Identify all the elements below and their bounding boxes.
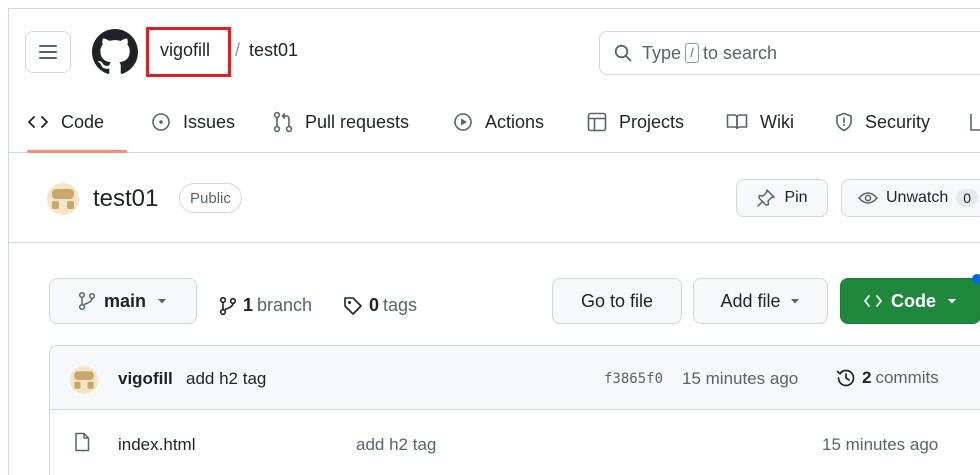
breadcrumb-repo[interactable]: test01 [249,40,298,61]
tab-wiki[interactable]: Wiki [726,107,794,137]
go-to-file-label: Go to file [580,290,654,311]
add-file-button[interactable]: Add file [693,278,828,324]
tab-label: Issues [183,111,236,132]
file-name-link[interactable]: index.html [118,435,195,455]
file-commit-time: 15 minutes ago [822,435,939,454]
go-to-file-button[interactable]: Go to file [552,278,682,324]
tag-word: tags [383,295,418,315]
commit-sha[interactable]: f3865f0 [604,371,663,387]
code-label: Code [891,290,936,311]
tab-label: Code [61,111,105,132]
history-icon [836,369,855,387]
tab-pull-requests[interactable]: Pull requests [273,107,409,137]
search-shortcut-key: / [685,43,700,63]
file-navigation: main 1 branch 0 tags Go to file Add file… [9,243,980,343]
avatar[interactable] [47,183,79,215]
tab-code[interactable]: Code [27,107,104,137]
branch-select[interactable]: main [49,278,197,324]
watch-count: 0 [956,189,979,207]
hamburger-icon [39,45,57,59]
tab-label: Security [865,111,931,132]
commit-author[interactable]: vigofill [118,369,173,389]
unwatch-button[interactable]: Unwatch 0 [841,179,980,217]
tab-label: Projects [619,111,685,132]
code-icon [28,116,48,128]
repo-title-bar: test01 Public Pin Unwatch 0 [9,153,980,243]
shield-icon [836,112,852,132]
notification-dot [972,274,980,284]
repo-nav-tabs: Code Issues Pull requests Actions Projec… [9,93,980,153]
code-dropdown-button[interactable]: Code [840,278,980,324]
github-logo-icon[interactable] [92,29,138,75]
tags-link[interactable]: 0 tags [343,295,417,316]
issue-icon [152,113,170,131]
search-icon [614,44,632,62]
graph-icon [970,114,980,131]
branch-icon [219,296,237,315]
eye-icon [858,192,878,204]
repo-title[interactable]: test01 [93,185,158,213]
global-header: vigofill / test01 Type / to search [9,9,980,93]
table-icon [587,112,607,132]
avatar[interactable] [70,366,98,394]
caret-down-icon [948,299,956,304]
file-table: vigofill add h2 tag f3865f0 15 minutes a… [49,345,980,475]
file-commit-message[interactable]: add h2 tag [356,435,436,455]
branch-name: main [103,290,146,311]
tab-security[interactable]: Security [835,107,930,137]
commits-link[interactable]: 2 commits [836,368,939,388]
pin-button[interactable]: Pin [736,179,828,217]
code-icon [864,295,882,307]
tag-count: 0 [369,295,380,315]
tab-label: Pull requests [305,111,410,132]
branch-count: 1 [243,295,254,315]
tab-projects[interactable]: Projects [587,107,684,137]
commit-time: 15 minutes ago [682,369,799,388]
search-input[interactable]: Type / to search [599,31,980,75]
commit-count: 2 [862,368,872,387]
book-icon [726,114,748,130]
branch-word: branch [257,295,313,315]
caret-down-icon [158,299,166,304]
tab-issues[interactable]: Issues [151,107,235,137]
add-file-label: Add file [720,290,781,311]
commit-message[interactable]: add h2 tag [186,369,266,389]
branch-icon [78,291,96,311]
file-icon [75,432,90,452]
pin-label: Pin [784,189,808,206]
search-placeholder-suffix: to search [703,42,778,63]
tab-label: Wiki [760,111,794,132]
pin-icon [757,189,776,207]
latest-commit-row: vigofill add h2 tag f3865f0 15 minutes a… [50,346,980,410]
tab-label: Actions [485,111,545,132]
browser-frame: vigofill / test01 Type / to search Code [8,8,980,475]
table-row[interactable]: index.html add h2 tag 15 minutes ago [50,410,980,475]
unwatch-label: Unwatch [886,189,949,206]
branches-link[interactable]: 1 branch [219,295,312,316]
caret-down-icon [790,299,799,304]
breadcrumb-separator: / [235,40,241,60]
pull-request-icon [273,111,293,133]
tab-actions[interactable]: Actions [453,107,544,137]
visibility-badge: Public [179,183,242,213]
menu-button[interactable] [25,31,71,73]
highlight-box [146,27,231,77]
search-placeholder-prefix: Type [642,42,682,63]
tag-icon [344,296,362,315]
play-icon [454,113,472,131]
tab-overflow[interactable] [969,107,980,137]
commit-word: commits [875,368,939,387]
